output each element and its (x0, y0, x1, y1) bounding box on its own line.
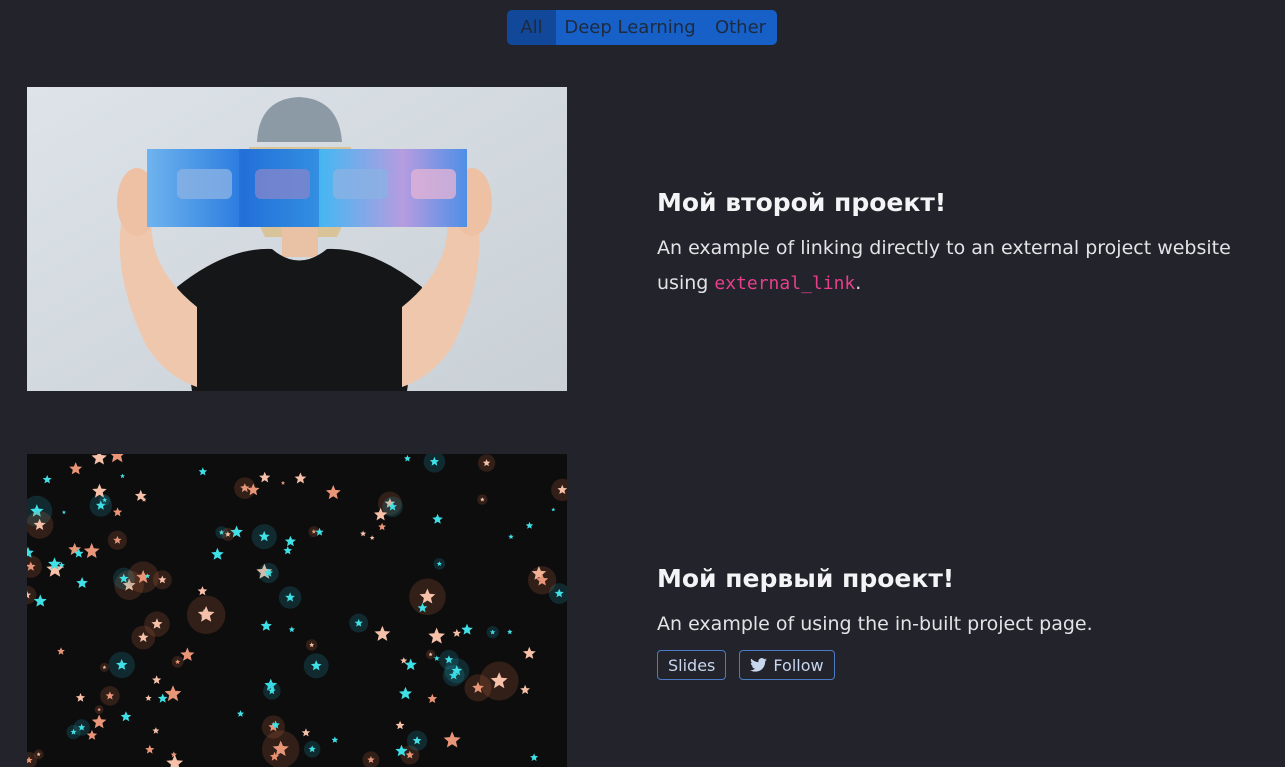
filter-other-button[interactable]: Other (704, 10, 777, 45)
follow-button[interactable]: Follow (739, 650, 835, 680)
twitter-bird-icon (750, 658, 768, 672)
project-body-first: Мой первый проект! An example of using t… (657, 561, 1237, 680)
project-summary: An example of using the in-built project… (657, 613, 1093, 635)
project-filter-bar: All Deep Learning Other (507, 10, 777, 45)
follow-label: Follow (773, 655, 824, 675)
summary-end: . (855, 272, 862, 294)
project-image-first[interactable] (27, 454, 567, 767)
inline-code: external_link (714, 273, 856, 294)
project-title[interactable]: Мой второй проект! (657, 185, 1237, 221)
project-image-second[interactable] (27, 87, 567, 391)
slides-label: Slides (668, 655, 716, 675)
filter-deep-learning-button[interactable]: Deep Learning (556, 10, 704, 45)
project-body-second: Мой второй проект! An example of linking… (657, 185, 1237, 301)
woman-holding-film-image (27, 87, 567, 391)
slides-button[interactable]: Slides (657, 650, 727, 680)
project-links: Slides Follow (657, 650, 1237, 680)
filter-all-button[interactable]: All (507, 10, 556, 45)
project-title[interactable]: Мой первый проект! (657, 561, 1237, 597)
starry-sky-image (27, 454, 567, 767)
project-summary: An example of linking directly to an ext… (657, 231, 1237, 301)
